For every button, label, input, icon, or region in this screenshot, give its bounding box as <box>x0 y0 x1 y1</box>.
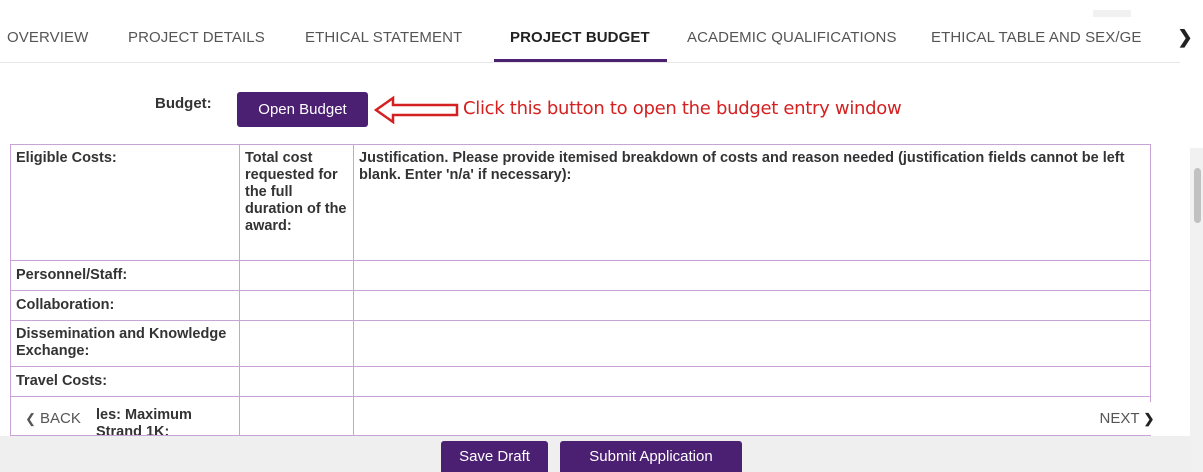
row-label: Collaboration: <box>10 290 240 321</box>
header-total-cost: Total cost requested for the full durati… <box>239 144 354 261</box>
row-label: Travel Costs: <box>10 366 240 397</box>
total-cost-cell[interactable] <box>239 396 354 436</box>
budget-label: Budget: <box>155 95 212 112</box>
header-eligible-costs: Eligible Costs: <box>10 144 240 261</box>
chevron-right-icon[interactable]: ❯ <box>1176 26 1194 48</box>
total-cost-cell[interactable] <box>239 290 354 321</box>
next-button[interactable]: NEXT ❯ <box>1079 402 1175 435</box>
chevron-right-icon: ❯ <box>1143 410 1155 426</box>
tab-ethical-statement[interactable]: ETHICAL STATEMENT <box>305 29 462 46</box>
save-draft-button[interactable]: Save Draft <box>441 441 548 472</box>
justification-cell[interactable] <box>353 320 1151 367</box>
header-justification: Justification. Please provide itemised b… <box>353 144 1151 261</box>
table-row: Dissemination and Knowledge Exchange: <box>10 320 1151 367</box>
table-row: Collaboration: <box>10 290 1151 321</box>
submit-application-button[interactable]: Submit Application <box>560 441 742 472</box>
arrow-left-icon <box>373 95 459 125</box>
justification-cell[interactable] <box>353 396 1151 436</box>
back-label: BACK <box>40 410 81 427</box>
scrollbar-thumb[interactable] <box>1194 168 1201 223</box>
back-button[interactable]: ❮ BACK <box>11 402 95 435</box>
annotation-text: Click this button to open the budget ent… <box>463 98 902 119</box>
tab-overview[interactable]: OVERVIEW <box>7 29 88 46</box>
open-budget-button[interactable]: Open Budget <box>237 92 368 127</box>
table-header-row: Eligible Costs: Total cost requested for… <box>10 144 1151 261</box>
tab-bar: OVERVIEW PROJECT DETAILS ETHICAL STATEME… <box>0 0 1180 63</box>
partial-row-label: les: Maximum Strand 1K: <box>96 407 192 435</box>
chevron-left-icon: ❮ <box>25 410 37 426</box>
row-label: Personnel/Staff: <box>10 260 240 291</box>
tab-bar-edge <box>1093 10 1131 17</box>
justification-cell[interactable] <box>353 366 1151 397</box>
table-row: Travel Costs: <box>10 366 1151 397</box>
row-label: Dissemination and Knowledge Exchange: <box>10 320 240 367</box>
tab-academic-qualifications[interactable]: ACADEMIC QUALIFICATIONS <box>687 29 897 46</box>
total-cost-cell[interactable] <box>239 260 354 291</box>
justification-cell[interactable] <box>353 290 1151 321</box>
total-cost-cell[interactable] <box>239 366 354 397</box>
next-label: NEXT <box>1099 410 1140 427</box>
active-tab-indicator <box>494 59 667 62</box>
total-cost-cell[interactable] <box>239 320 354 367</box>
tab-project-details[interactable]: PROJECT DETAILS <box>128 29 265 46</box>
tab-project-budget[interactable]: PROJECT BUDGET <box>510 29 650 46</box>
budget-table: Eligible Costs: Total cost requested for… <box>10 144 1151 436</box>
tab-ethical-table[interactable]: ETHICAL TABLE AND SEX/GE <box>931 29 1142 46</box>
justification-cell[interactable] <box>353 260 1151 291</box>
table-row: Personnel/Staff: <box>10 260 1151 291</box>
